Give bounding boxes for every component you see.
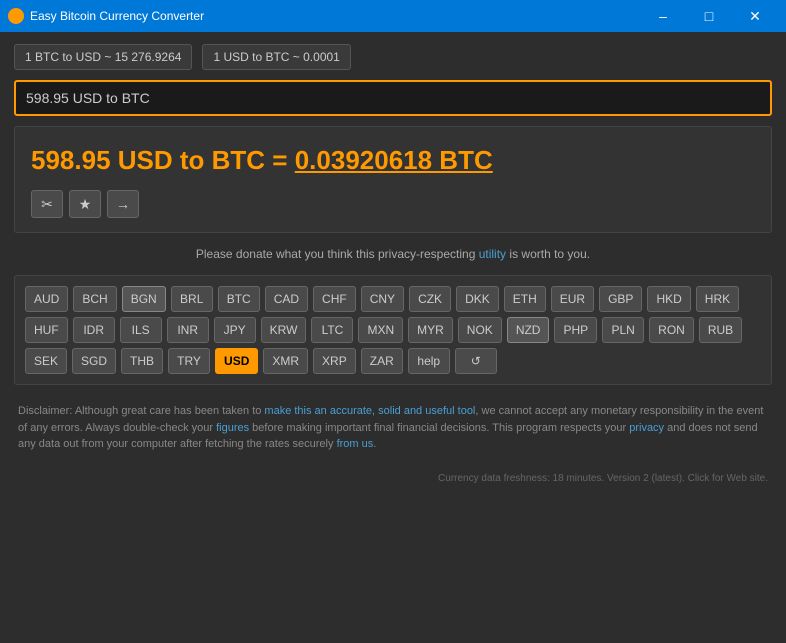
currency-btn-huf[interactable]: HUF bbox=[25, 317, 68, 343]
currency-btn-cny[interactable]: CNY bbox=[361, 286, 404, 312]
disclaimer-link-3[interactable]: privacy bbox=[629, 422, 664, 434]
currency-btn-rub[interactable]: RUB bbox=[699, 317, 742, 343]
currency-btn-sgd[interactable]: SGD bbox=[72, 348, 116, 374]
main-content: 1 BTC to USD ~ 15 276.9264 1 USD to BTC … bbox=[0, 32, 786, 498]
currency-grid-container: AUDBCHBGNBRLBTCCADCHFCNYCZKDKKETHEURGBPH… bbox=[14, 275, 772, 385]
window-title: Easy Bitcoin Currency Converter bbox=[30, 9, 640, 23]
currency-btn-thb[interactable]: THB bbox=[121, 348, 163, 374]
currency-btn-eth[interactable]: ETH bbox=[504, 286, 546, 312]
cut-button[interactable]: ✂ bbox=[31, 190, 63, 218]
currency-btn-ils[interactable]: ILS bbox=[120, 317, 162, 343]
currency-btn-aud[interactable]: AUD bbox=[25, 286, 68, 312]
converter-input[interactable] bbox=[14, 80, 772, 116]
currency-btn-usd[interactable]: USD bbox=[215, 348, 258, 374]
app-icon bbox=[8, 8, 24, 24]
disclaimer-link-4[interactable]: from us bbox=[337, 438, 374, 450]
currency-btn-krw[interactable]: KRW bbox=[261, 317, 307, 343]
disclaimer-link-1[interactable]: make this an accurate, solid and useful … bbox=[264, 405, 475, 417]
currency-btn-zar[interactable]: ZAR bbox=[361, 348, 403, 374]
rate-badge-usd-btc: 1 USD to BTC ~ 0.0001 bbox=[202, 44, 350, 70]
currency-btn-idr[interactable]: IDR bbox=[73, 317, 115, 343]
currency-btn-ron[interactable]: RON bbox=[649, 317, 694, 343]
currency-btn-eur[interactable]: EUR bbox=[551, 286, 594, 312]
currency-btn-myr[interactable]: MYR bbox=[408, 317, 453, 343]
close-button[interactable]: ✕ bbox=[732, 0, 778, 32]
currency-btn-czk[interactable]: CZK bbox=[409, 286, 451, 312]
currency-btn-hrk[interactable]: HRK bbox=[696, 286, 739, 312]
currency-btn-bch[interactable]: BCH bbox=[73, 286, 116, 312]
favorite-button[interactable]: ★ bbox=[69, 190, 101, 218]
currency-btn-php[interactable]: PHP bbox=[554, 317, 597, 343]
rate-badge-btc-usd: 1 BTC to USD ~ 15 276.9264 bbox=[14, 44, 192, 70]
rate-badges-container: 1 BTC to USD ~ 15 276.9264 1 USD to BTC … bbox=[14, 44, 772, 70]
window-controls: – □ ✕ bbox=[640, 0, 778, 32]
currency-grid: AUDBCHBGNBRLBTCCADCHFCNYCZKDKKETHEURGBPH… bbox=[25, 286, 761, 374]
go-button[interactable]: → bbox=[107, 190, 139, 218]
currency-btn-xrp[interactable]: XRP bbox=[313, 348, 356, 374]
result-left: 598.95 USD to BTC = bbox=[31, 145, 287, 175]
result-panel: 598.95 USD to BTC = 0.03920618 BTC ✂ ★ → bbox=[14, 126, 772, 233]
disclaimer: Disclaimer: Although great care has been… bbox=[14, 395, 772, 461]
currency-btn-pln[interactable]: PLN bbox=[602, 317, 644, 343]
disclaimer-link-2[interactable]: figures bbox=[216, 422, 249, 434]
currency-btn-dkk[interactable]: DKK bbox=[456, 286, 499, 312]
donate-before: Please donate what you think this privac… bbox=[196, 247, 479, 261]
result-display: 598.95 USD to BTC = 0.03920618 BTC bbox=[31, 145, 755, 176]
currency-btn-nok[interactable]: NOK bbox=[458, 317, 502, 343]
currency-btn-nzd[interactable]: NZD bbox=[507, 317, 550, 343]
currency-btn-xmr[interactable]: XMR bbox=[263, 348, 308, 374]
currency-btn-jpy[interactable]: JPY bbox=[214, 317, 256, 343]
maximize-button[interactable]: □ bbox=[686, 0, 732, 32]
currency-btn-chf[interactable]: CHF bbox=[313, 286, 356, 312]
currency-btn-ltc[interactable]: LTC bbox=[311, 317, 353, 343]
minimize-button[interactable]: – bbox=[640, 0, 686, 32]
currency-btn-try[interactable]: TRY bbox=[168, 348, 210, 374]
donate-text: Please donate what you think this privac… bbox=[14, 243, 772, 265]
currency-btn-mxn[interactable]: MXN bbox=[358, 317, 403, 343]
currency-btn-help[interactable]: help bbox=[408, 348, 450, 374]
currency-btn-↺[interactable]: ↺ bbox=[455, 348, 497, 374]
currency-btn-gbp[interactable]: GBP bbox=[599, 286, 642, 312]
utility-link[interactable]: utility bbox=[479, 247, 506, 261]
title-bar: Easy Bitcoin Currency Converter – □ ✕ bbox=[0, 0, 786, 32]
currency-btn-btc[interactable]: BTC bbox=[218, 286, 260, 312]
footer: Currency data freshness: 18 minutes. Ver… bbox=[14, 471, 772, 486]
currency-btn-brl[interactable]: BRL bbox=[171, 286, 213, 312]
action-buttons: ✂ ★ → bbox=[31, 190, 755, 218]
result-right: 0.03920618 BTC bbox=[295, 145, 493, 175]
currency-btn-cad[interactable]: CAD bbox=[265, 286, 308, 312]
currency-btn-bgn[interactable]: BGN bbox=[122, 286, 166, 312]
currency-btn-sek[interactable]: SEK bbox=[25, 348, 67, 374]
currency-btn-hkd[interactable]: HKD bbox=[647, 286, 690, 312]
currency-btn-inr[interactable]: INR bbox=[167, 317, 209, 343]
donate-after: is worth to you. bbox=[506, 247, 590, 261]
